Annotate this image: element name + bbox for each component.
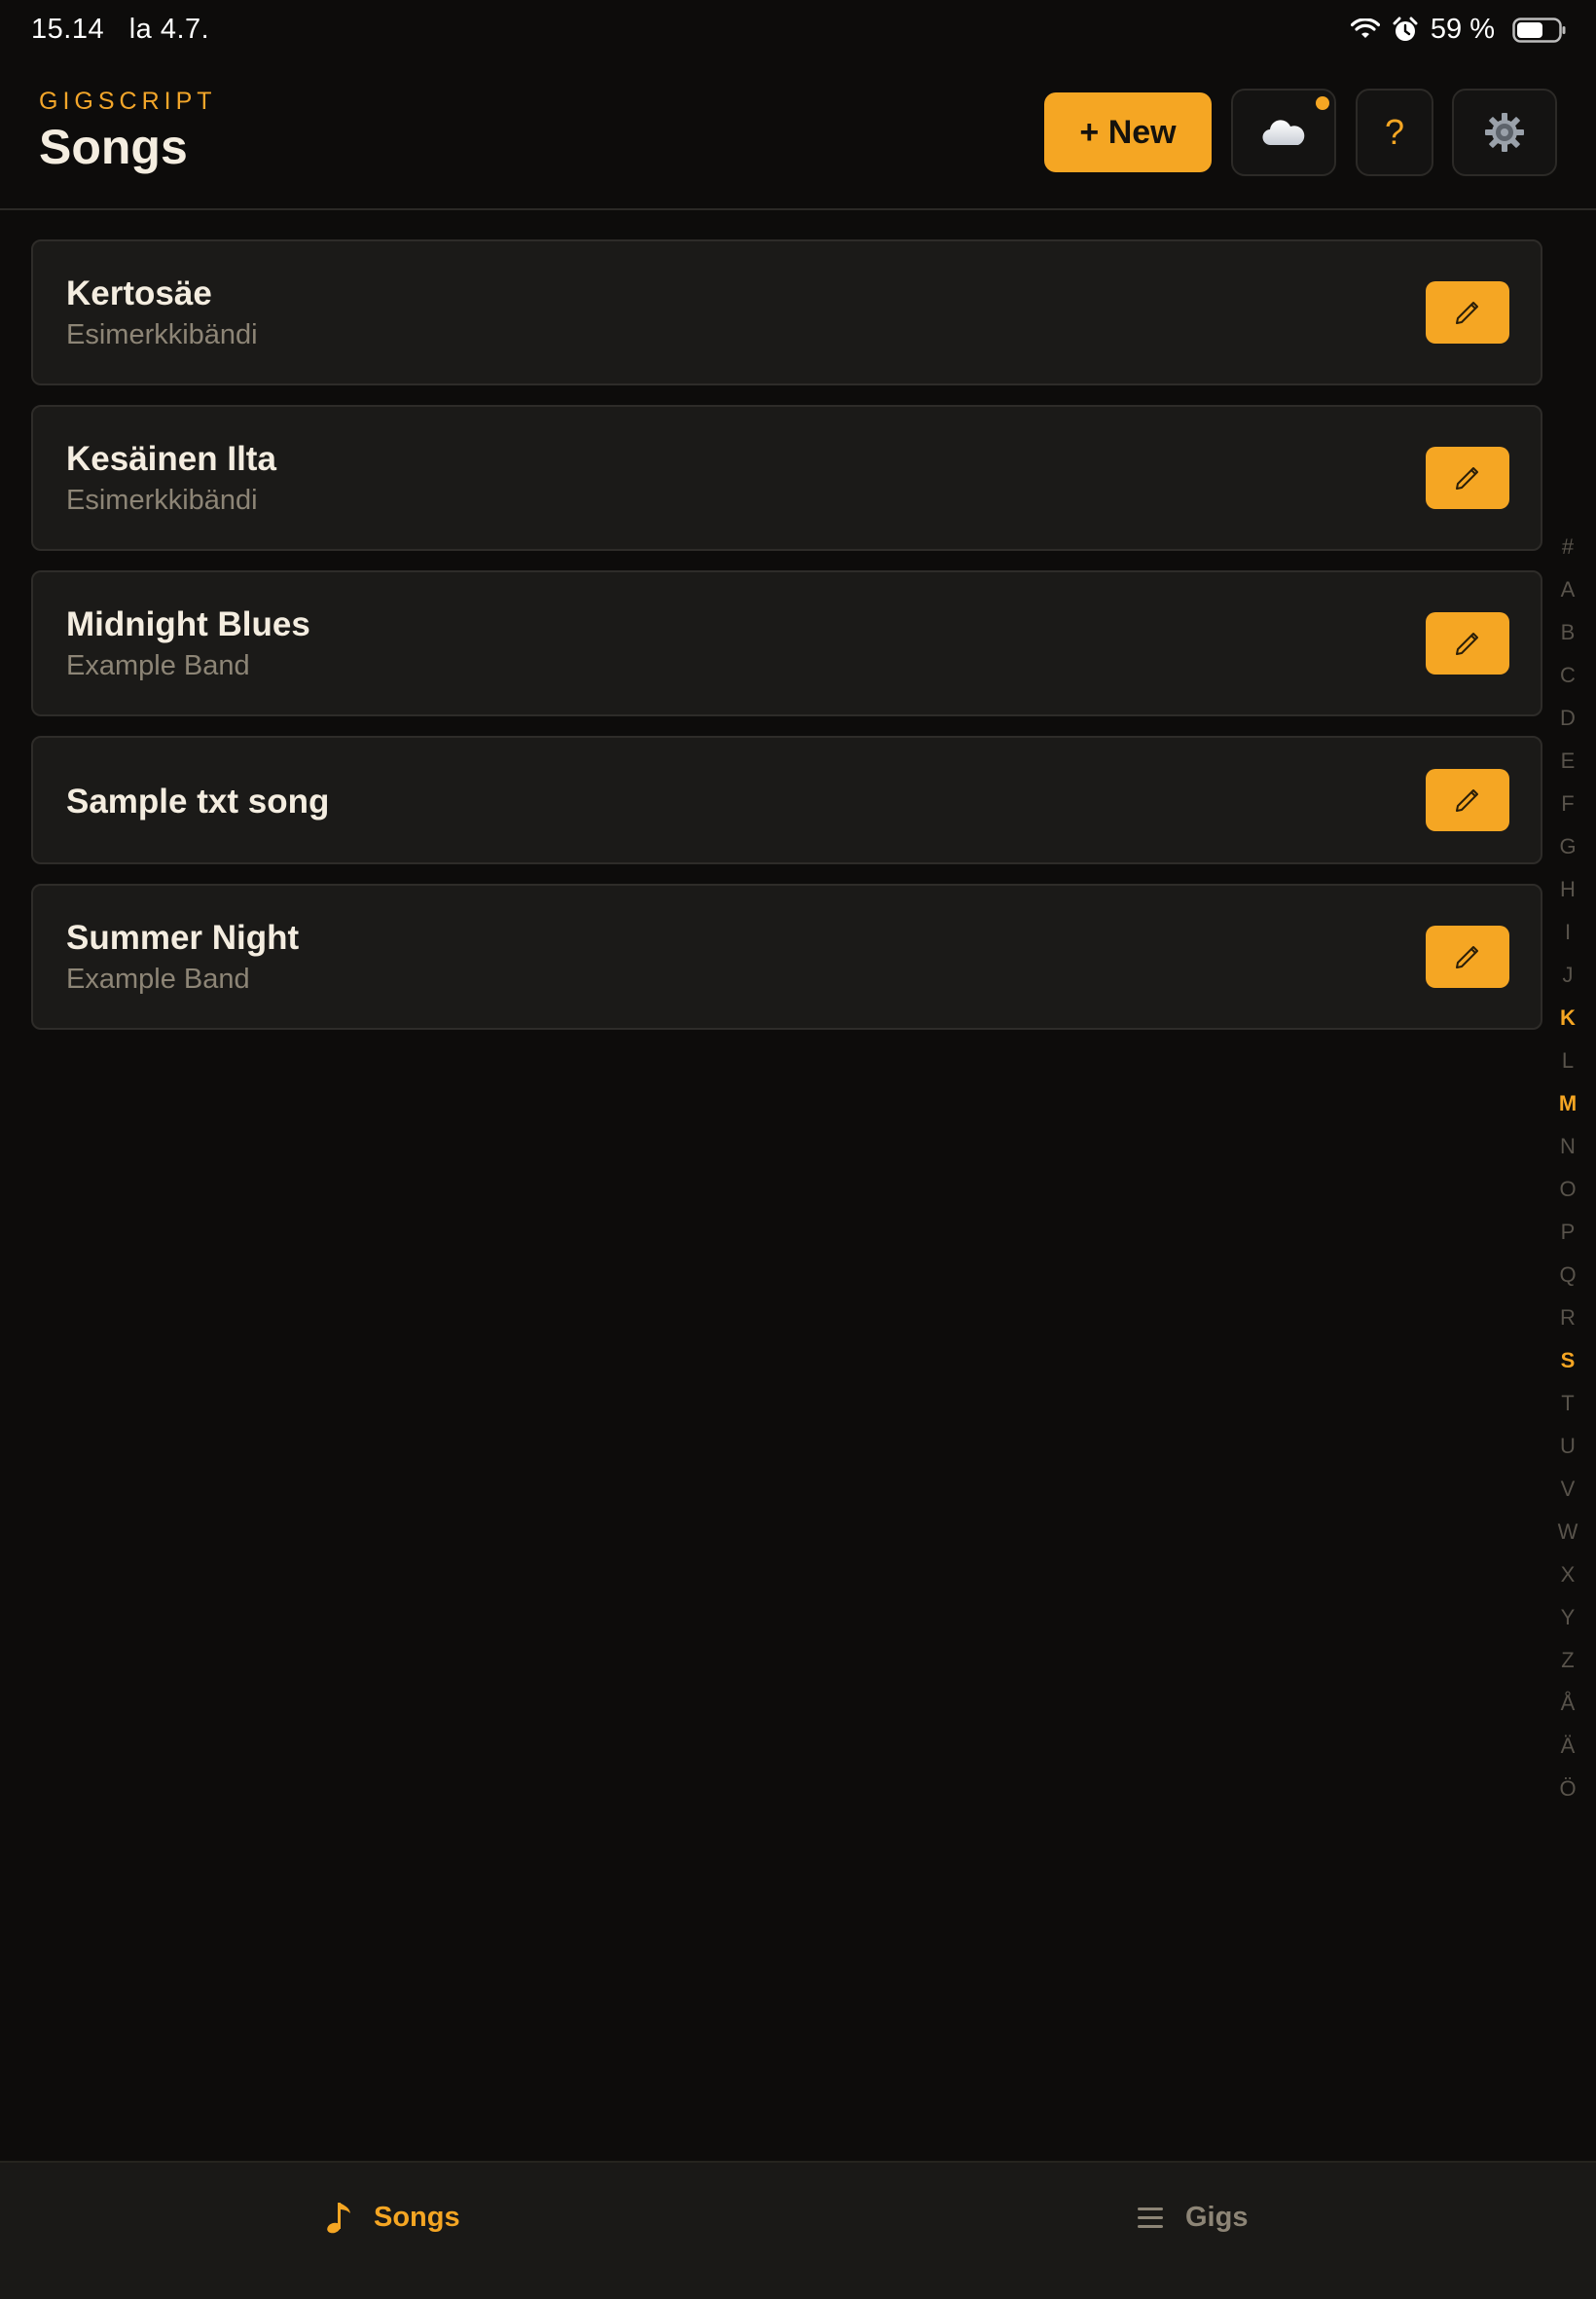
alphabet-index-letter[interactable]: P [1549, 1211, 1586, 1254]
song-card[interactable]: Kesäinen Ilta Esimerkkibändi [31, 405, 1542, 551]
pencil-icon [1456, 302, 1478, 324]
alphabet-index[interactable]: # A B C D E F G H I J K L M N O P Q R S T U V W X Y Z Å Ä Ö [1549, 526, 1586, 1810]
alphabet-index-letter[interactable]: R [1549, 1296, 1586, 1339]
wifi-icon [1350, 18, 1380, 38]
list-icon [1138, 2208, 1163, 2228]
alphabet-index-letter[interactable]: N [1549, 1125, 1586, 1168]
tab-bar: Songs Gigs [0, 2161, 1596, 2299]
status-time-date: 15.14 la 4.7. [31, 14, 210, 45]
alphabet-index-letter[interactable]: Å [1549, 1682, 1586, 1725]
song-artist: Example Band [66, 964, 250, 995]
alphabet-index-letter[interactable]: X [1549, 1553, 1586, 1596]
new-song-button[interactable]: + New [1044, 92, 1212, 172]
gear-icon [1485, 113, 1524, 152]
help-button[interactable]: ? [1356, 89, 1433, 176]
alphabet-index-letter[interactable]: B [1549, 611, 1586, 654]
song-title: Sample txt song [66, 783, 330, 821]
alarm-icon [1393, 17, 1418, 41]
alphabet-index-letter[interactable]: M [1549, 1082, 1586, 1125]
alphabet-index-letter[interactable]: T [1549, 1382, 1586, 1425]
edit-song-button[interactable] [1426, 769, 1509, 831]
page-title: Songs [39, 120, 188, 174]
alphabet-index-letter[interactable]: D [1549, 697, 1586, 740]
tab-songs-label: Songs [374, 2201, 460, 2233]
battery-percent: 59 % [1430, 14, 1495, 45]
alphabet-index-letter[interactable]: H [1549, 868, 1586, 911]
alphabet-index-letter[interactable]: O [1549, 1168, 1586, 1211]
alphabet-index-letter[interactable]: V [1549, 1468, 1586, 1511]
brand-label: GIGSCRIPT [39, 88, 217, 115]
alphabet-index-letter[interactable]: G [1549, 825, 1586, 868]
edit-song-button[interactable] [1426, 447, 1509, 509]
alphabet-index-letter[interactable]: L [1549, 1040, 1586, 1082]
alphabet-index-letter[interactable]: Q [1549, 1254, 1586, 1296]
song-card[interactable]: Sample txt song [31, 736, 1542, 864]
pencil-icon [1456, 946, 1478, 968]
alphabet-index-letter[interactable]: I [1549, 911, 1586, 954]
alphabet-index-letter[interactable]: Ä [1549, 1725, 1586, 1768]
edit-song-button[interactable] [1426, 281, 1509, 344]
pencil-icon [1456, 467, 1478, 490]
alphabet-index-letter[interactable]: F [1549, 783, 1586, 825]
tab-songs[interactable]: Songs [323, 2200, 460, 2235]
alphabet-index-letter[interactable]: J [1549, 954, 1586, 997]
song-card[interactable]: Summer Night Example Band [31, 884, 1542, 1030]
song-list: Kertosäe Esimerkkibändi Kesäinen Ilta Es… [31, 239, 1542, 1049]
edit-song-button[interactable] [1426, 926, 1509, 988]
song-card[interactable]: Midnight Blues Example Band [31, 570, 1542, 716]
pencil-icon [1456, 789, 1478, 812]
cloud-icon [1262, 120, 1305, 146]
alphabet-index-letter[interactable]: # [1549, 526, 1586, 568]
song-title: Kesäinen Ilta [66, 440, 276, 478]
pencil-icon [1456, 633, 1478, 655]
alphabet-index-letter[interactable]: A [1549, 568, 1586, 611]
cloud-sync-button[interactable] [1231, 89, 1336, 176]
song-card[interactable]: Kertosäe Esimerkkibändi [31, 239, 1542, 385]
alphabet-index-letter[interactable]: U [1549, 1425, 1586, 1468]
alphabet-index-letter[interactable]: Y [1549, 1596, 1586, 1639]
edit-song-button[interactable] [1426, 612, 1509, 675]
song-artist: Esimerkkibändi [66, 485, 258, 516]
alphabet-index-letter[interactable]: Ö [1549, 1768, 1586, 1810]
song-title: Midnight Blues [66, 605, 310, 643]
header: GIGSCRIPT Songs + New ? [0, 62, 1596, 210]
song-artist: Example Band [66, 650, 250, 681]
battery-icon [1512, 17, 1566, 43]
status-bar: 15.14 la 4.7. 59 % [0, 0, 1596, 62]
tab-gigs[interactable]: Gigs [1135, 2200, 1248, 2235]
song-title: Summer Night [66, 919, 300, 957]
alphabet-index-letter[interactable]: S [1549, 1339, 1586, 1382]
notification-dot [1316, 96, 1329, 110]
song-artist: Esimerkkibändi [66, 319, 258, 350]
alphabet-index-letter[interactable]: E [1549, 740, 1586, 783]
alphabet-index-letter[interactable]: K [1549, 997, 1586, 1040]
settings-button[interactable] [1452, 89, 1557, 176]
music-note-icon [327, 2203, 350, 2234]
song-title: Kertosäe [66, 274, 212, 312]
alphabet-index-letter[interactable]: Z [1549, 1639, 1586, 1682]
alphabet-index-letter[interactable]: C [1549, 654, 1586, 697]
status-right: 59 % [1350, 14, 1567, 46]
tab-gigs-label: Gigs [1185, 2201, 1249, 2233]
alphabet-index-letter[interactable]: W [1549, 1511, 1586, 1553]
